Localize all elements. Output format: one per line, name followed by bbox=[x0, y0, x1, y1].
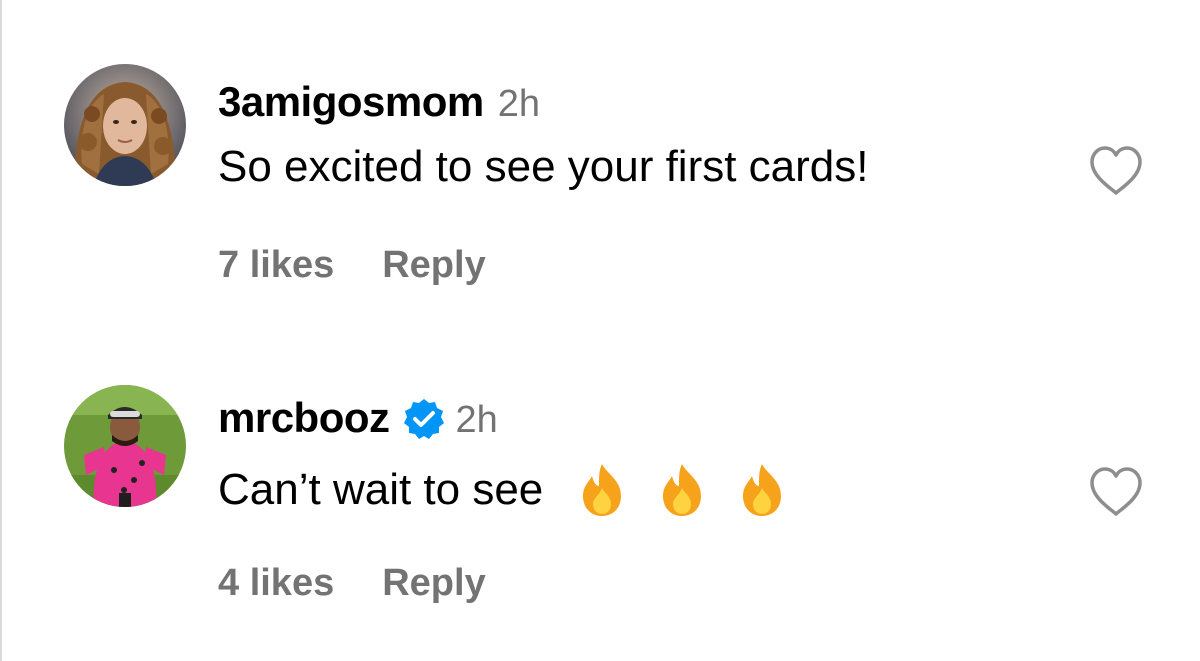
heart-outline-icon[interactable] bbox=[1088, 145, 1144, 197]
timestamp[interactable]: 2h bbox=[498, 83, 540, 126]
comment-text: So excited to see your first cards! bbox=[218, 142, 869, 192]
avatar-image bbox=[64, 64, 186, 186]
emoji-group bbox=[577, 462, 787, 518]
username[interactable]: mrcbooz bbox=[218, 394, 390, 442]
heart-outline-icon[interactable] bbox=[1088, 466, 1144, 518]
fire-emoji bbox=[737, 462, 787, 518]
comment-actions: 4 likes Reply bbox=[218, 562, 486, 605]
like-count[interactable]: 7 likes bbox=[218, 244, 334, 287]
comment-actions: 7 likes Reply bbox=[218, 244, 486, 287]
comment-body: So excited to see your first cards! bbox=[218, 142, 869, 191]
comment-header: mrcbooz 2h bbox=[218, 394, 498, 444]
fire-emoji bbox=[657, 462, 707, 518]
reply-button[interactable]: Reply bbox=[382, 562, 485, 605]
username[interactable]: 3amigosmom bbox=[218, 78, 484, 126]
comment-text: Can’t wait to see bbox=[218, 462, 787, 518]
timestamp[interactable]: 2h bbox=[456, 399, 498, 442]
comment-header: 3amigosmom 2h bbox=[218, 78, 540, 128]
verified-badge-icon bbox=[402, 397, 446, 441]
like-count[interactable]: 4 likes bbox=[218, 562, 334, 605]
fire-emoji bbox=[577, 462, 627, 518]
left-divider bbox=[0, 0, 2, 661]
reply-button[interactable]: Reply bbox=[382, 244, 485, 287]
avatar[interactable] bbox=[64, 385, 186, 507]
avatar-image bbox=[64, 385, 186, 507]
avatar[interactable] bbox=[64, 64, 186, 186]
comment-body: Can’t wait to see bbox=[218, 465, 544, 514]
